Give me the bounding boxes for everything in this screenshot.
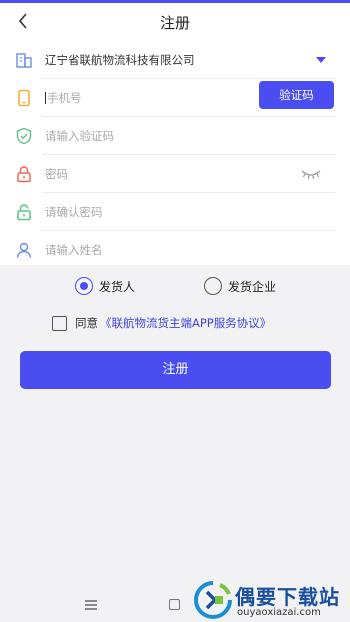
company-value: 辽宁省联航物流科技有限公司 (45, 53, 195, 67)
radio-selected-icon (75, 277, 93, 295)
shield-icon (16, 127, 32, 145)
register-form: 辽宁省联航物流科技有限公司 手机号 验证码 请输入验证码 密码 请确认密码 请输… (0, 41, 350, 265)
name-input[interactable]: 请输入姓名 (45, 242, 103, 258)
watermark-title: 偶要下载站 (235, 585, 340, 609)
code-input[interactable]: 请输入验证码 (45, 128, 114, 144)
get-code-button[interactable]: 验证码 (259, 81, 334, 109)
watermark: 偶要下载站 ouyaoxiazai.com (193, 578, 350, 622)
role-enterprise-label: 发货企业 (228, 279, 277, 294)
company-select[interactable]: 辽宁省联航物流科技有限公司 (0, 41, 350, 79)
page-title: 注册 (159, 14, 190, 32)
eye-closed-icon[interactable] (301, 168, 321, 180)
watermark-url: ouyaoxiazai.com (237, 607, 321, 618)
role-enterprise-radio[interactable]: 发货企业 (204, 275, 276, 297)
password-input[interactable]: 密码 (45, 166, 68, 182)
name-row: 请输入姓名 (0, 231, 350, 269)
confirm-password-input[interactable]: 请确认密码 (45, 204, 103, 220)
watermark-logo (194, 581, 232, 619)
phone-input[interactable]: 手机号 (45, 90, 82, 106)
phone-placeholder: 手机号 (47, 91, 82, 105)
user-icon (16, 242, 32, 258)
register-button[interactable]: 注册 (20, 351, 331, 389)
password-row: 密码 (0, 155, 350, 193)
phone-icon (18, 89, 30, 107)
role-radio-group: 发货人 发货企业 (0, 275, 350, 299)
header-bar: 注册 (0, 3, 350, 41)
dropdown-caret-icon (316, 57, 326, 63)
lock-open-icon (17, 204, 31, 221)
building-icon (16, 53, 32, 68)
confirm-password-row: 请确认密码 (0, 193, 350, 231)
menu-icon[interactable] (85, 600, 97, 610)
agreement-row: 同意 《联航物流货主端APP服务协议》 (52, 313, 271, 333)
agreement-prefix: 同意 (75, 316, 98, 330)
home-icon[interactable] (169, 599, 180, 610)
agreement-checkbox[interactable] (52, 315, 67, 331)
agreement-link[interactable]: 《联航物流货主端APP服务协议》 (100, 315, 271, 331)
role-shipper-radio[interactable]: 发货人 (75, 275, 135, 297)
code-row: 请输入验证码 (0, 117, 350, 155)
role-shipper-label: 发货人 (99, 279, 136, 294)
lock-icon (17, 166, 31, 183)
text-cursor (45, 92, 46, 104)
radio-unselected-icon (204, 277, 222, 295)
